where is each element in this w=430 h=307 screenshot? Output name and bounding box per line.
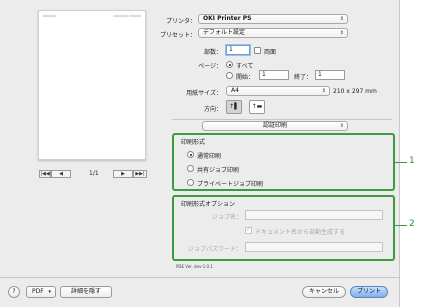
print-options-title: 印刷形式オプション	[181, 201, 236, 208]
preset-value: デフォルト設定	[203, 29, 246, 36]
pages-all-label: すべて	[236, 63, 254, 70]
print-dialog: OKIDATA XXXXXXX XXXXXX |◀◀ ◀ 1/1 ▶ ▶▶| プ…	[0, 0, 400, 307]
popup-arrows-icon: ⇕	[339, 123, 344, 129]
callout-number-1: 1	[409, 156, 415, 166]
paper-size-popup[interactable]: A4 ⇕	[226, 86, 330, 96]
page-preview: OKIDATA XXXXXXX XXXXXX	[38, 10, 146, 160]
auto-generate-checkbox[interactable]	[245, 226, 252, 234]
shared-job-radio[interactable]	[187, 165, 194, 172]
preview-header-left: OKIDATA	[43, 14, 56, 18]
printer-label: プリンタ：	[165, 18, 196, 25]
callout-number-2: 2	[409, 219, 415, 229]
private-job-radio[interactable]	[187, 179, 194, 186]
screenshot-root: OKIDATA XXXXXXX XXXXXX |◀◀ ◀ 1/1 ▶ ▶▶| プ…	[0, 0, 430, 307]
print-mode-title: 印刷形式	[181, 139, 206, 146]
chevron-down-icon: ▾	[48, 289, 51, 295]
preset-label: プリセット：	[159, 32, 196, 39]
job-password-field[interactable]	[245, 242, 383, 252]
orientation-label: 方向：	[203, 106, 222, 113]
popup-arrows-icon: ⇕	[339, 30, 344, 36]
popup-arrows-icon: ⇕	[339, 16, 344, 22]
auto-generate-label: ドキュメント名から自動生成する	[255, 229, 346, 236]
paper-dimensions: 210 x 297 mm	[333, 88, 377, 95]
job-password-label: ジョブパスワード：	[187, 246, 242, 253]
popup-arrows-icon: ⇕	[321, 88, 326, 94]
job-name-label: ジョブ名：	[211, 214, 242, 221]
preview-header-right: XXXXXXX XXXXXX	[113, 14, 141, 18]
print-button[interactable]: プリント	[350, 286, 388, 298]
print-options-group: 印刷形式オプション ジョブ名： ドキュメント名から自動生成する ジョブパスワード…	[172, 195, 395, 261]
pdf-label: PDF	[32, 288, 44, 295]
preview-next-button[interactable]: ▶	[113, 170, 133, 178]
panel-value: 認証印刷	[262, 122, 287, 129]
preview-last-button[interactable]: ▶▶|	[133, 170, 147, 178]
paper-size-value: A4	[231, 87, 239, 94]
cancel-button[interactable]: キャンセル	[302, 286, 346, 298]
help-button[interactable]: ?	[8, 286, 20, 298]
landscape-button[interactable]: ↑▬	[249, 100, 265, 114]
panel-popup[interactable]: 認証印刷 ⇕	[202, 121, 348, 131]
pdf-menu-button[interactable]: PDF ▾	[26, 286, 56, 298]
printer-popup[interactable]: OKI Printer PS ⇕	[198, 14, 348, 24]
private-job-label: プライベートジョブ印刷	[197, 181, 264, 188]
pages-range-radio[interactable]	[226, 72, 233, 79]
pages-from-label: 開始：	[236, 74, 255, 81]
preset-popup[interactable]: デフォルト設定 ⇕	[198, 28, 348, 38]
hide-details-button[interactable]: 詳細を隠す	[60, 286, 112, 298]
paper-size-label: 用紙サイズ：	[186, 90, 222, 97]
preview-prev-button[interactable]: ◀	[51, 170, 71, 178]
pages-to-field[interactable]: 1	[315, 70, 345, 80]
job-name-field[interactable]	[245, 210, 383, 220]
duplex-checkbox[interactable]	[254, 47, 261, 54]
pde-version: PDE Ver. dev-1.0.1	[176, 264, 213, 269]
pages-from-field[interactable]: 1	[259, 70, 289, 80]
pages-to-label: 終了：	[294, 74, 313, 81]
separator	[172, 119, 392, 120]
normal-print-radio[interactable]	[187, 151, 194, 158]
printer-value: OKI Printer PS	[203, 15, 252, 22]
portrait-button[interactable]: ↑▌	[226, 100, 242, 114]
normal-print-label: 通常印刷	[197, 153, 222, 160]
footer-separator	[0, 277, 400, 278]
callout-line-2	[395, 225, 407, 226]
copies-field[interactable]: 1	[226, 45, 250, 55]
preview-page-indicator: 1/1	[89, 170, 99, 177]
preview-first-button[interactable]: |◀◀	[39, 170, 51, 178]
print-mode-group: 印刷形式 通常印刷 共有ジョブ印刷 プライベートジョブ印刷	[172, 133, 395, 191]
pages-all-radio[interactable]	[226, 61, 233, 68]
duplex-label: 両面	[264, 49, 277, 56]
pages-label: ページ：	[198, 63, 222, 70]
shared-job-label: 共有ジョブ印刷	[197, 167, 240, 174]
callout-line-1	[395, 162, 407, 163]
copies-label: 部数：	[203, 49, 222, 56]
